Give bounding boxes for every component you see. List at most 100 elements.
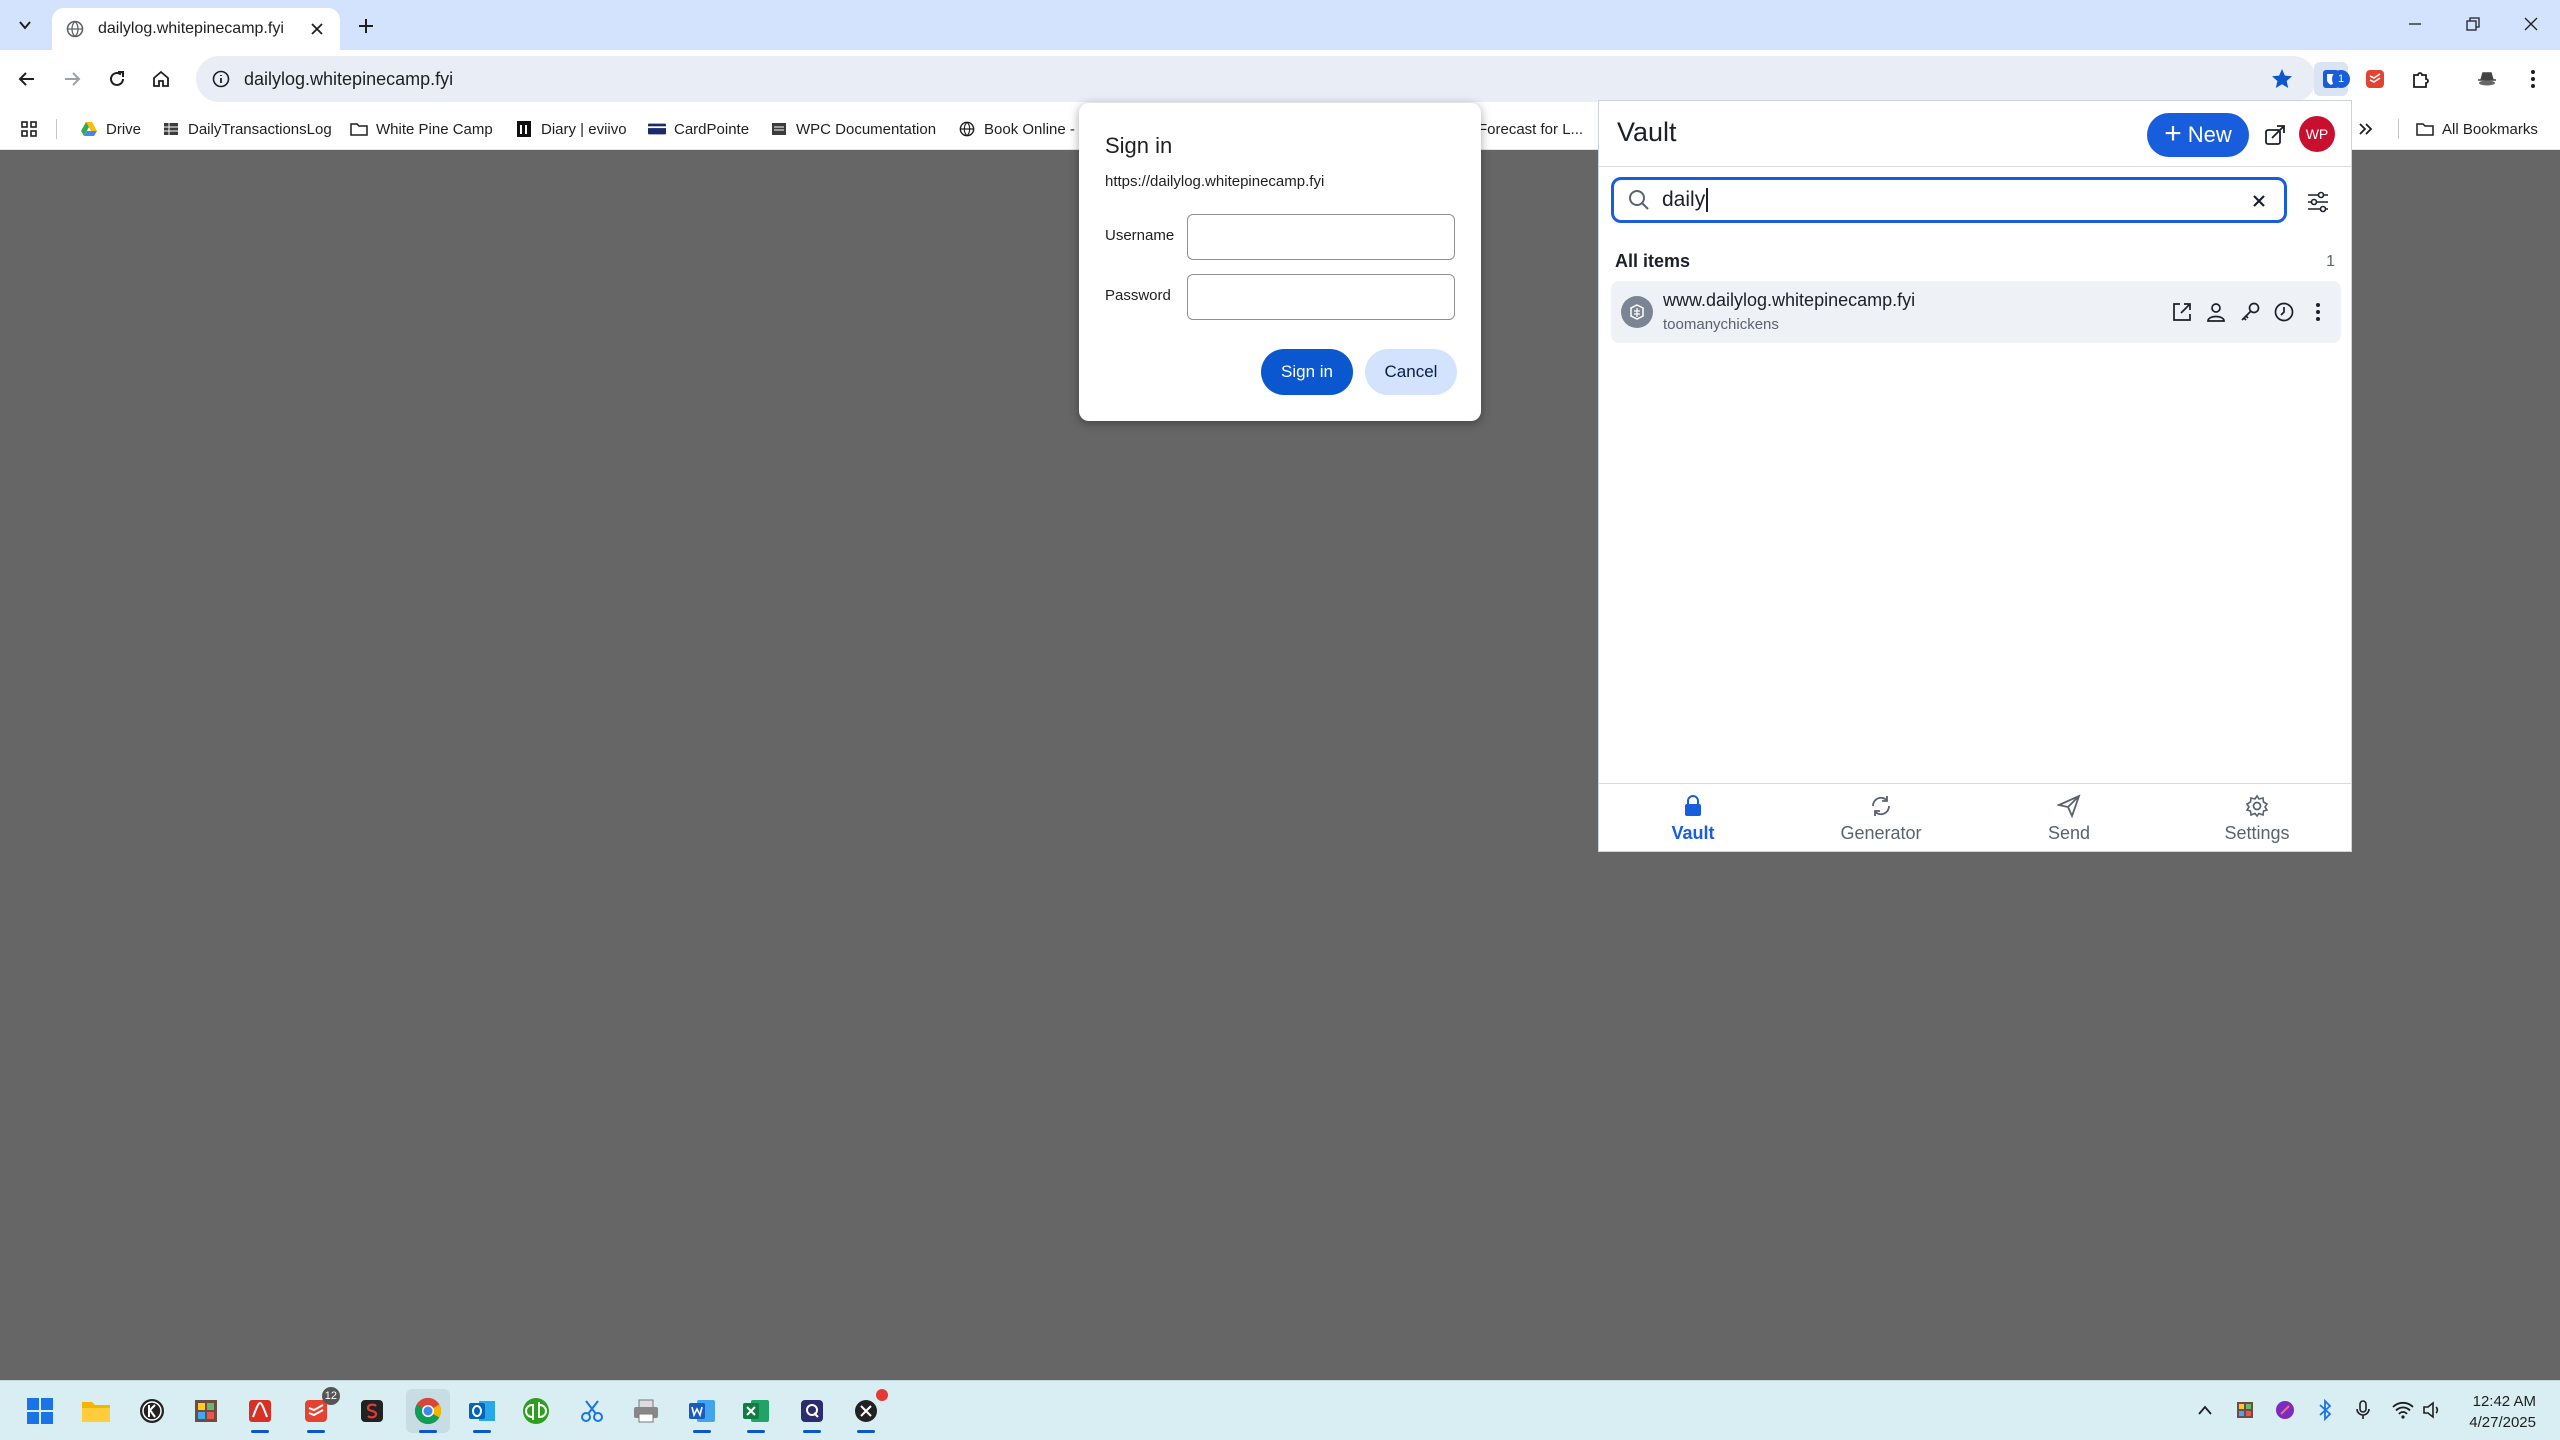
bitwarden-extension-button[interactable]: 1: [2314, 62, 2350, 96]
eviivo-icon: [515, 120, 533, 138]
cancel-button[interactable]: Cancel: [1365, 349, 1457, 395]
forward-button[interactable]: [55, 62, 89, 96]
bookmark-label: Book Online -: [984, 120, 1075, 138]
new-item-button[interactable]: + New: [2147, 113, 2249, 157]
filter-button[interactable]: [2303, 187, 2333, 217]
taskbar-snipping-tool[interactable]: [570, 1389, 614, 1433]
taskbar-app-pdf[interactable]: [238, 1389, 282, 1433]
bluetooth-icon: [2319, 1399, 2332, 1421]
account-avatar[interactable]: WP: [2299, 116, 2335, 152]
close-window-button[interactable]: [2508, 6, 2554, 42]
section-count: 1: [2326, 253, 2335, 270]
clear-search-button[interactable]: [2248, 190, 2270, 212]
show-hidden-icons-button[interactable]: [2192, 1397, 2218, 1423]
item-name[interactable]: www.dailylog.whitepinecamp.fyi: [1663, 290, 1915, 311]
extensions-button[interactable]: [2404, 62, 2438, 96]
copy-username-button[interactable]: [2201, 297, 2231, 327]
send-icon: [2056, 793, 2082, 819]
tray-microphone[interactable]: [2350, 1397, 2376, 1423]
bookmark-book-online[interactable]: Book Online -: [958, 117, 1075, 141]
all-bookmarks-label: All Bookmarks: [2442, 120, 2538, 138]
sheet-icon: [162, 120, 180, 138]
tab-search-button[interactable]: [10, 10, 40, 40]
bookmark-forecast[interactable]: Forecast for L...: [1478, 117, 1583, 141]
popout-button[interactable]: [2259, 119, 2291, 151]
copy-totp-button[interactable]: [2269, 297, 2299, 327]
vault-search-input[interactable]: daily: [1611, 177, 2287, 223]
profile-button[interactable]: [2470, 62, 2504, 96]
close-tab-icon[interactable]: [306, 18, 328, 40]
bookmark-label: WPC Documentation: [796, 120, 937, 138]
back-button[interactable]: [10, 62, 44, 96]
tray-bluetooth[interactable]: [2312, 1397, 2338, 1423]
more-options-button[interactable]: [2303, 297, 2333, 327]
site-info-icon[interactable]: [210, 68, 232, 90]
tab-active[interactable]: dailylog.whitepinecamp.fyi: [52, 8, 340, 50]
folder-icon: [350, 120, 368, 138]
external-link-icon: [2173, 303, 2191, 321]
outlook-icon: [469, 1401, 495, 1421]
taskbar-chrome[interactable]: [406, 1389, 450, 1433]
taskbar-file-explorer[interactable]: [74, 1389, 118, 1433]
extension-red-button[interactable]: [2358, 62, 2392, 96]
q-app-icon: [801, 1400, 823, 1422]
bookmark-white-pine-camp[interactable]: White Pine Camp: [350, 117, 493, 141]
restore-icon: [2466, 17, 2480, 31]
taskbar-app-s[interactable]: [350, 1389, 394, 1433]
more-bookmarks-button[interactable]: [2358, 117, 2374, 141]
bookmark-label: CardPointe: [674, 120, 750, 138]
list-item[interactable]: www.dailylog.whitepinecamp.fyi toomanych…: [1611, 281, 2341, 343]
taskbar-excel[interactable]: [734, 1389, 778, 1433]
bookmark-cardpointe[interactable]: CardPointe: [648, 117, 749, 141]
reload-button[interactable]: [100, 62, 134, 96]
new-tab-button[interactable]: [350, 10, 382, 42]
taskbar-todoist[interactable]: 12: [294, 1387, 340, 1433]
tray-volume[interactable]: [2420, 1397, 2446, 1423]
taskbar-app-dark[interactable]: [844, 1389, 888, 1433]
copy-password-button[interactable]: [2235, 297, 2265, 327]
taskbar-app-grid[interactable]: [184, 1389, 228, 1433]
home-button[interactable]: [144, 62, 178, 96]
bookmark-dailytransactionslog[interactable]: DailyTransactionsLog: [162, 117, 332, 141]
tab-strip: dailylog.whitepinecamp.fyi: [0, 0, 2560, 50]
pdf-app-icon: [249, 1400, 271, 1422]
taskbar-printer[interactable]: [624, 1389, 668, 1433]
taskbar-word[interactable]: [680, 1389, 724, 1433]
start-button[interactable]: [18, 1389, 62, 1433]
bookmark-label: Drive: [106, 120, 142, 138]
address-bar[interactable]: dailylog.whitepinecamp.fyi: [196, 56, 2316, 102]
taskbar-clock[interactable]: 12:42 AM 4/27/2025: [2469, 1391, 2536, 1433]
all-bookmarks-button[interactable]: All Bookmarks: [2416, 117, 2538, 141]
launch-button[interactable]: [2167, 297, 2197, 327]
browser-menu-button[interactable]: [2516, 62, 2550, 96]
nav-settings[interactable]: Settings: [2163, 784, 2351, 852]
bookmark-drive[interactable]: Drive: [80, 117, 141, 141]
search-icon: [1629, 190, 1649, 210]
bookmark-star-icon[interactable]: [2270, 67, 2294, 91]
tray-app-icon[interactable]: [2232, 1397, 2258, 1423]
printer-icon: [634, 1399, 658, 1423]
section-title: All items: [1615, 251, 1691, 271]
nav-generator[interactable]: Generator: [1787, 784, 1975, 852]
nav-vault[interactable]: Vault: [1599, 784, 1787, 852]
bookmark-wpc-documentation[interactable]: WPC Documentation: [770, 117, 936, 141]
nav-send[interactable]: Send: [1975, 784, 2163, 852]
todoist-icon: [2366, 70, 2384, 88]
minimize-icon: [2409, 23, 2421, 25]
sign-in-button[interactable]: Sign in: [1261, 349, 1353, 395]
restore-button[interactable]: [2450, 6, 2496, 42]
chevron-double-right-icon: [2359, 123, 2373, 135]
minimize-button[interactable]: [2392, 6, 2438, 42]
username-field[interactable]: [1187, 214, 1455, 260]
taskbar-outlook[interactable]: [460, 1389, 504, 1433]
taskbar-app-q[interactable]: [790, 1389, 834, 1433]
taskbar-app-k[interactable]: [130, 1389, 174, 1433]
bookmark-separator: [56, 119, 57, 139]
tray-purple-app[interactable]: [2272, 1397, 2298, 1423]
tray-wifi[interactable]: [2390, 1397, 2416, 1423]
bookmark-diary-eviivo[interactable]: Diary | eviivo: [515, 117, 627, 141]
drive-icon: [80, 120, 98, 138]
password-field[interactable]: [1187, 274, 1455, 320]
apps-button[interactable]: [20, 117, 38, 141]
taskbar-quickbooks[interactable]: [514, 1389, 558, 1433]
